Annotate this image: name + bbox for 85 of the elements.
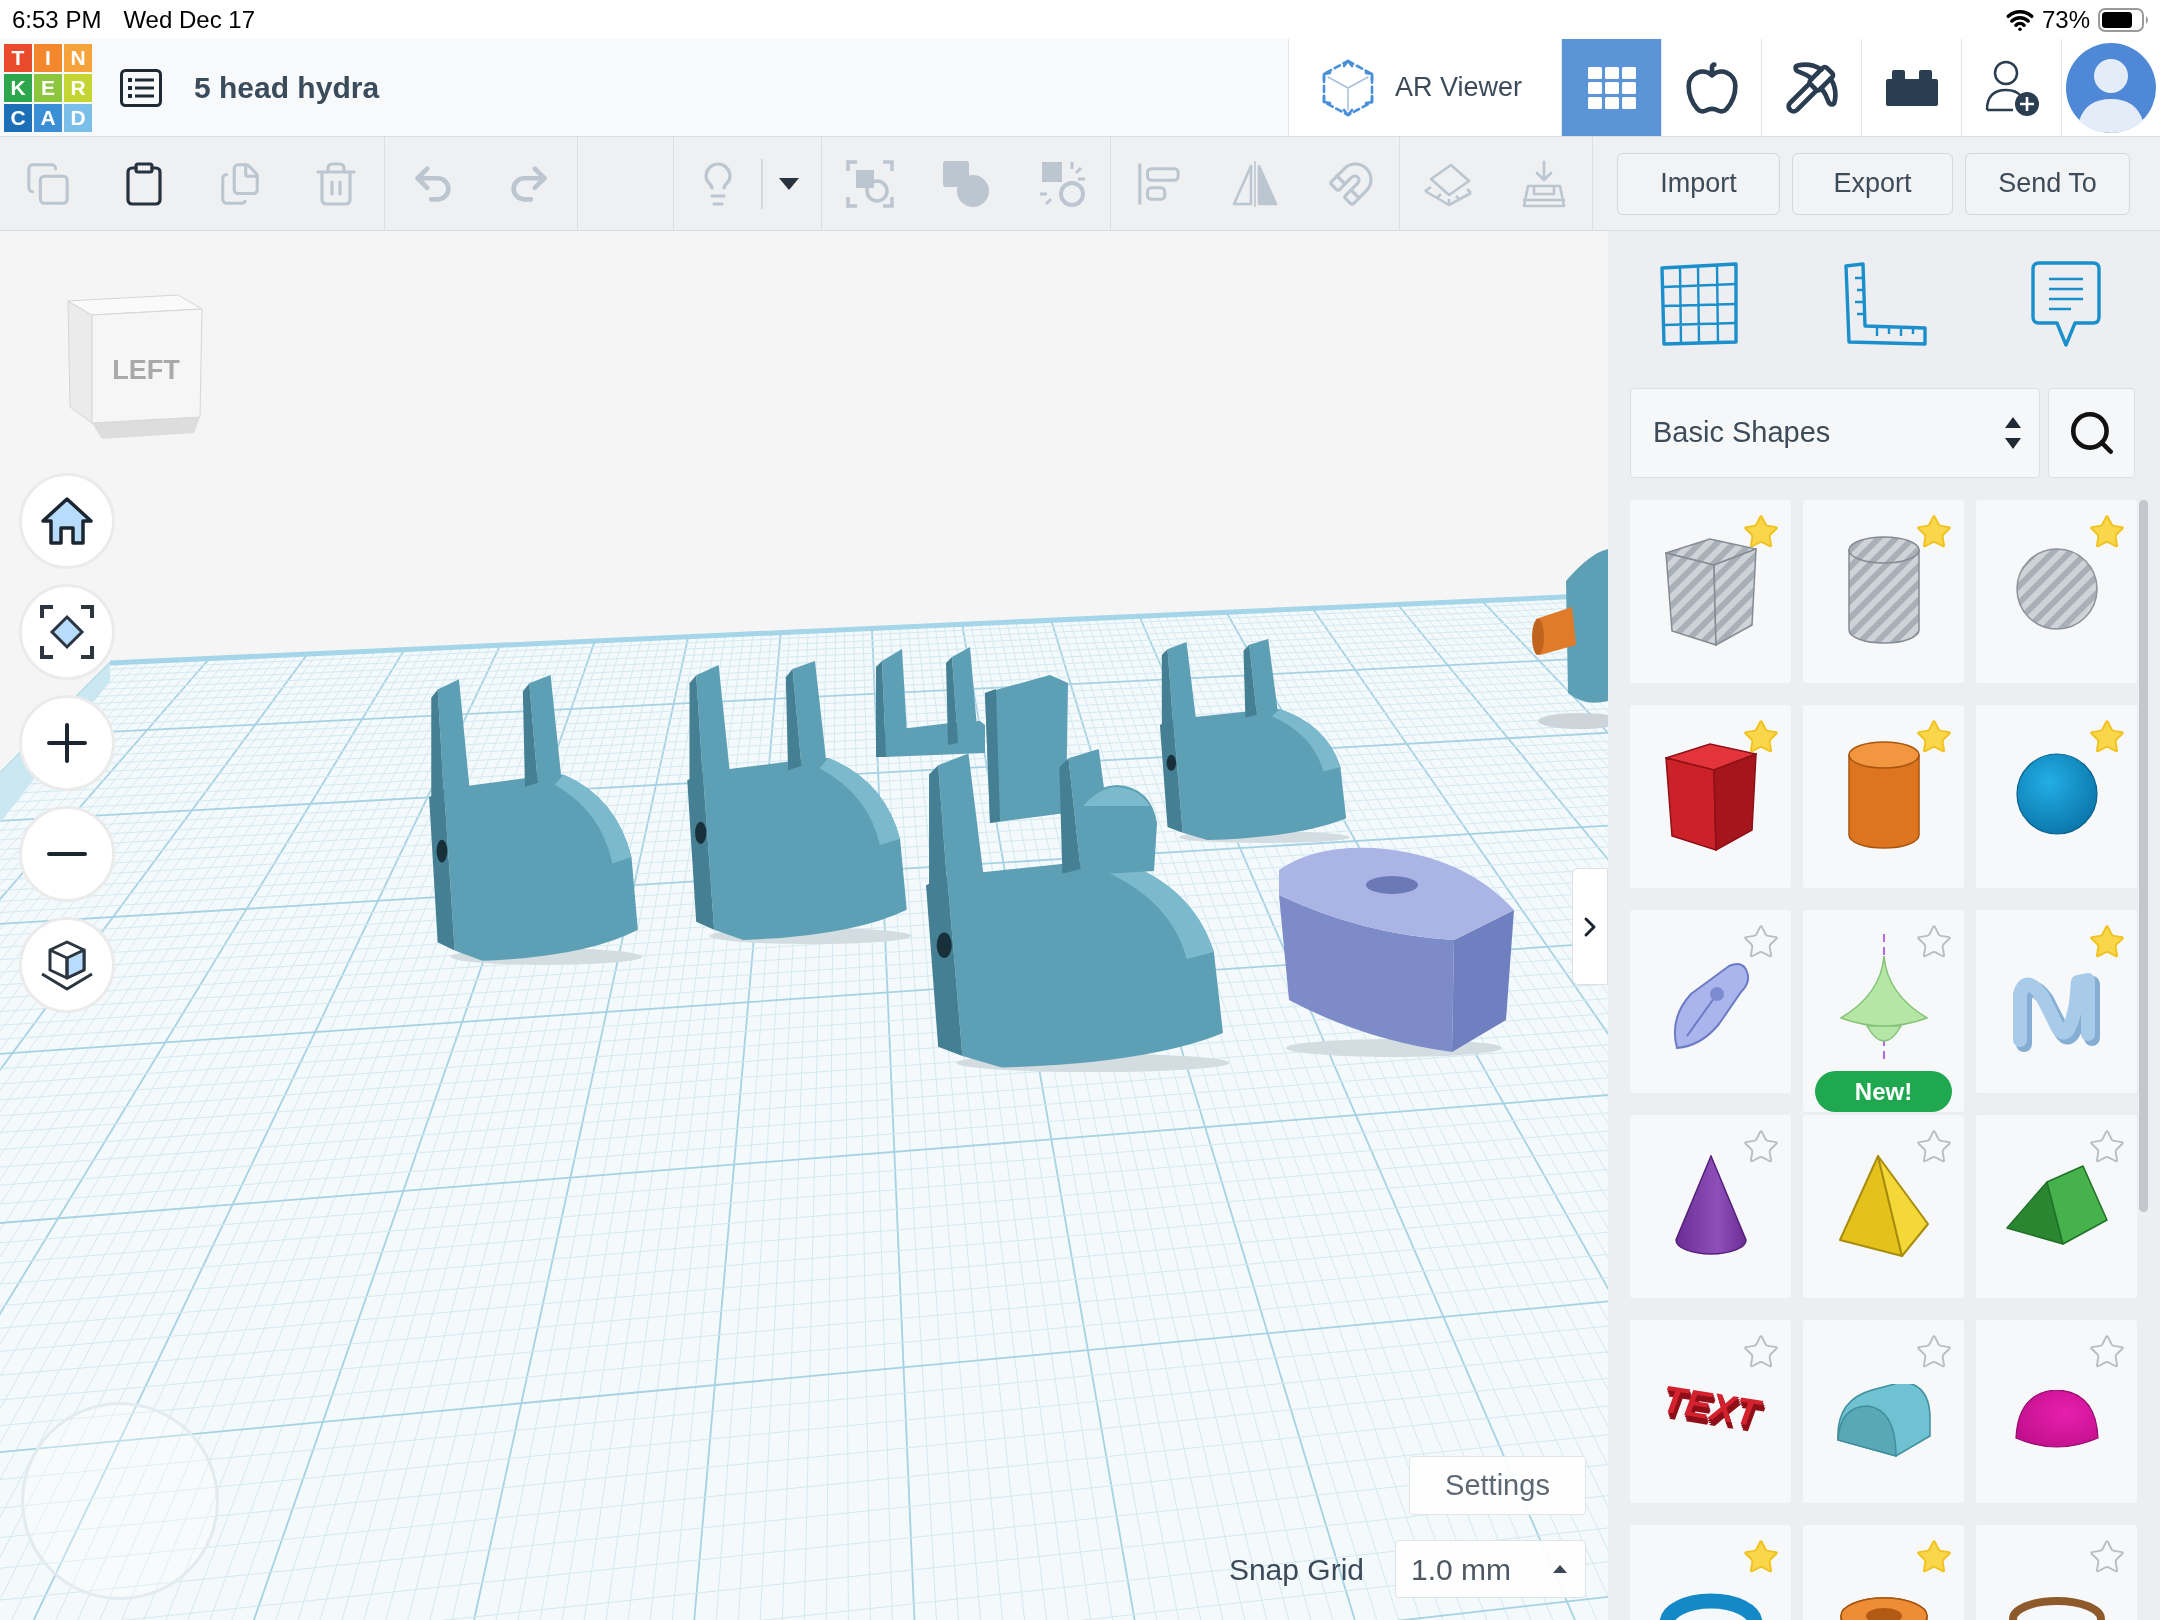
export-button[interactable]: Export	[1792, 152, 1953, 215]
collapse-panel-button[interactable]	[1572, 868, 1608, 985]
caret-down-icon[interactable]	[779, 177, 799, 190]
status-time: 6:53 PM	[12, 4, 102, 35]
shape-tile[interactable]	[1976, 500, 2137, 683]
scrollbar[interactable]	[2139, 500, 2148, 1212]
striped-sphere-icon	[2015, 548, 2098, 630]
shape-tile[interactable]	[1976, 1320, 2137, 1503]
shape-tile[interactable]	[1630, 1525, 1791, 1620]
send-to-button[interactable]: Send To	[1965, 152, 2130, 215]
dome-icon	[2014, 1390, 2099, 1448]
note-icon[interactable]	[2031, 260, 2101, 347]
head-model[interactable]	[1159, 639, 1350, 843]
shape-tile[interactable]	[1976, 705, 2137, 888]
shape-tile[interactable]	[1630, 500, 1791, 683]
home-icon	[40, 496, 94, 546]
shape-tile[interactable]	[1630, 705, 1791, 888]
partial-model[interactable]	[1532, 549, 1608, 729]
updown-icon	[2005, 417, 2021, 449]
minus-icon	[47, 852, 87, 856]
grid-icon	[1587, 66, 1636, 109]
logo-letter: I	[34, 43, 62, 72]
text-shape-label: TEXT	[1658, 1376, 1763, 1437]
shape-tile[interactable]	[1803, 705, 1964, 888]
brick-tab[interactable]	[1861, 39, 1961, 136]
head-model[interactable]	[429, 675, 643, 965]
brick-icon	[1885, 69, 1938, 106]
head-model[interactable]	[687, 661, 912, 944]
avatar-icon[interactable]	[2066, 42, 2156, 133]
plus-icon	[47, 723, 87, 763]
shape-tile[interactable]	[1803, 500, 1964, 683]
striped-cube-icon	[1664, 538, 1757, 646]
shape-tile[interactable]	[1976, 1525, 2137, 1620]
ruler-icon[interactable]	[1843, 261, 1927, 346]
shape-tile[interactable]	[1976, 910, 2137, 1093]
battery-percent: 73%	[2041, 4, 2090, 35]
wavy-shape-icon	[2011, 970, 2102, 1054]
shape-tile[interactable]	[1803, 1115, 1964, 1298]
pickaxe-tab[interactable]	[1761, 39, 1861, 136]
fit-icon	[40, 605, 94, 659]
logo-letter: A	[34, 103, 62, 132]
battery-icon	[2098, 7, 2150, 32]
logo-letter: K	[4, 73, 32, 102]
new-badge: New!	[1815, 1071, 1952, 1112]
shape-tile[interactable]	[1630, 910, 1791, 1093]
caret-up-icon	[1553, 1565, 1567, 1573]
search-button[interactable]	[2048, 388, 2135, 478]
half-cylinder-icon	[1836, 1384, 1931, 1457]
logo-letter: R	[64, 73, 92, 102]
cube-icon	[40, 938, 94, 992]
disc-model[interactable]	[1279, 847, 1514, 1057]
status-date: Wed Dec 17	[123, 4, 255, 35]
shape-tile[interactable]: TEXT	[1630, 1320, 1791, 1503]
list-icon[interactable]	[120, 68, 162, 107]
add-user-icon	[1983, 58, 2040, 117]
design-title[interactable]: 5 head hydra	[194, 65, 380, 110]
cube-icon	[1664, 743, 1757, 851]
logo-letter: C	[4, 103, 32, 132]
workplane-grid-icon[interactable]	[1659, 261, 1739, 346]
ar-viewer-button[interactable]: AR Viewer	[1288, 39, 1561, 136]
logo-letter: E	[34, 73, 62, 102]
shape-tile[interactable]	[1803, 1320, 1964, 1503]
sphere-icon	[2015, 753, 2098, 835]
import-button[interactable]: Import	[1617, 152, 1780, 215]
cylinder-icon	[1847, 741, 1920, 849]
settings-button[interactable]: Settings	[1409, 1456, 1586, 1515]
add-user-button[interactable]	[1961, 39, 2061, 136]
pyramid-icon	[1838, 1155, 1929, 1257]
logo-letter: N	[64, 43, 92, 72]
striped-cylinder-icon	[1847, 536, 1920, 644]
shape-tile[interactable]	[1630, 1115, 1791, 1298]
apple-icon	[1683, 59, 1740, 116]
pickaxe-icon	[1783, 59, 1840, 116]
shape-tile[interactable]	[1803, 1525, 1964, 1620]
roof-icon	[2005, 1165, 2108, 1245]
snap-grid-select[interactable]: 1.0 mm	[1395, 1540, 1586, 1598]
logo-letter: T	[4, 43, 32, 72]
head-model[interactable]	[926, 675, 1230, 1073]
cone-icon	[1674, 1155, 1747, 1255]
library-select[interactable]: Basic Shapes	[1630, 388, 2040, 478]
logo-letter: D	[64, 103, 92, 132]
snap-grid-label: Snap Grid	[1228, 1551, 1364, 1588]
head-model[interactable]	[876, 647, 985, 757]
shape-tile[interactable]	[1976, 1115, 2137, 1298]
apple-tab[interactable]	[1661, 39, 1761, 136]
